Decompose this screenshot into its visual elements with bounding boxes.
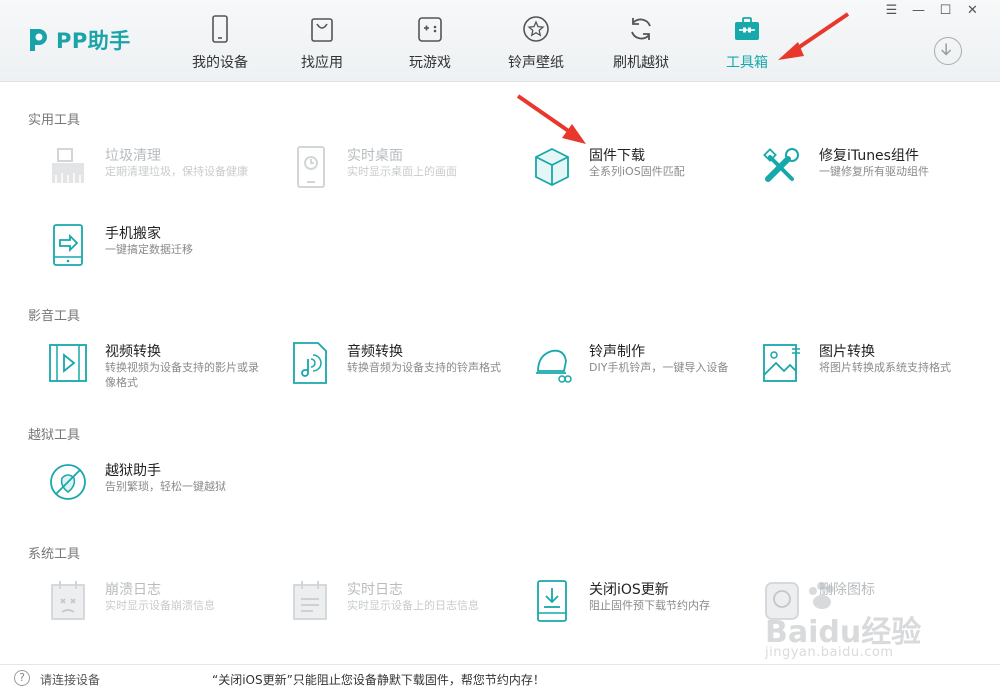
annotation-arrow-firmware [516,94,586,144]
section-title-jailbreak: 越狱工具 [28,428,81,443]
tool-desc: 实时显示设备崩溃信息 [105,599,215,612]
tool-name: 固件下载 [589,148,645,164]
tool-desc: 实时显示桌面上的画面 [347,165,457,178]
nav-toolbox[interactable]: 工具箱 [697,0,797,82]
refresh-icon [631,18,651,40]
tool-repair-itunes[interactable]: 修复iTunes组件 一键修复所有驱动组件 [762,145,992,193]
nav-label: 工具箱 [726,55,768,71]
nav-label: 我的设备 [192,55,248,71]
audio-file-icon [293,342,327,384]
baidu-watermark: Baidu经验 jingyan.baidu.com [765,581,945,660]
download-arrow-icon [941,43,952,56]
nav-ringtones-wallpapers[interactable]: 铃声壁纸 [486,0,586,82]
broom-icon [52,148,84,183]
tool-name: 越狱助手 [105,463,161,479]
nav-label: 找应用 [301,55,343,71]
app-bag-icon [311,18,333,42]
phone-clock-icon [297,146,325,188]
tool-name: 视频转换 [105,344,161,360]
top-bar: PP助手 我的设备 找应用 玩游戏 铃声壁纸 刷机越狱 工具箱 ☰ — ☐ ✕ [0,0,1000,82]
status-bar: ? 请连接设备 “关闭iOS更新”只能阻止您设备静默下载固件，帮您节约内存！ [0,664,1000,691]
tool-desc: 转换音频为设备支持的铃声格式 [347,361,501,374]
tool-name: 手机搬家 [105,226,161,242]
section-title-system: 系统工具 [28,547,81,562]
crash-log-icon [51,581,85,620]
tool-desc: 告别繁琐，轻松一键越狱 [105,480,226,493]
tool-desc: 定期清理垃圾，保持设备健康 [105,165,248,178]
app-logo-text: PP助手 [56,29,131,53]
minimize-button[interactable]: — [905,2,932,20]
tool-name: 垃圾清理 [105,148,161,164]
tool-disable-ios-update[interactable]: 关闭iOS更新 阻止固件预下载节约内存 [532,579,762,627]
close-button[interactable]: ✕ [959,2,986,20]
jailbreak-apple-icon [50,464,86,500]
phone-transfer-icon [53,224,83,266]
footer-notice-text: “关闭iOS更新”只能阻止您设备静默下载固件，帮您节约内存！ [212,673,545,687]
tool-desc: 阻止固件预下载节约内存 [589,599,710,612]
tool-desc: 一键搞定数据迁移 [105,243,193,256]
download-manager-button[interactable] [934,37,962,65]
tool-phone-migration[interactable]: 手机搬家 一键搞定数据迁移 [48,223,278,271]
tool-name: 实时日志 [347,582,403,598]
cube-icon [535,147,569,187]
tool-ringtone-maker[interactable]: 铃声制作 DIY手机铃声，一键导入设备 [532,341,762,389]
tool-desc: 全系列iOS固件匹配 [589,165,685,178]
tool-name: 图片转换 [819,344,875,360]
phone-icon [212,15,228,43]
nav-label: 刷机越狱 [613,55,669,71]
nav-label: 铃声壁纸 [508,55,564,71]
tool-name: 铃声制作 [589,344,645,360]
nav-label: 玩游戏 [409,55,451,71]
nav-find-apps[interactable]: 找应用 [272,0,372,82]
tool-name: 实时桌面 [347,148,403,164]
window-controls: ☰ — ☐ ✕ [878,2,986,20]
nav-my-device[interactable]: 我的设备 [170,0,270,82]
tool-firmware-download[interactable]: 固件下载 全系列iOS固件匹配 [532,145,762,193]
toolbox-icon [735,17,759,40]
watermark-url: jingyan.baidu.com [765,645,894,660]
bell-scissors-icon [536,349,572,383]
nav-games[interactable]: 玩游戏 [380,0,480,82]
film-icon [49,344,87,382]
tool-desc: 一键修复所有驱动组件 [819,165,929,178]
gamepad-icon [418,17,442,42]
menu-button[interactable]: ☰ [878,2,905,20]
tool-video-convert[interactable]: 视频转换 转换视频为设备支持的影片或录像格式 [48,341,278,389]
tool-desc: 转换视频为设备支持的影片或录像格式 [105,361,259,389]
tool-name: 音频转换 [347,344,403,360]
tool-desc: 将图片转换成系统支持格式 [819,361,951,374]
phone-download-block-icon [537,580,567,622]
tool-desc: DIY手机铃声，一键导入设备 [589,361,729,374]
maximize-button[interactable]: ☐ [932,2,959,20]
star-icon [523,16,549,42]
image-icon [763,344,800,382]
tool-audio-convert[interactable]: 音频转换 转换音频为设备支持的铃声格式 [290,341,520,389]
tool-name: 修复iTunes组件 [819,148,919,164]
tool-image-convert[interactable]: 图片转换 将图片转换成系统支持格式 [762,341,992,389]
log-calendar-icon [293,581,327,620]
tool-desc: 实时显示设备上的日志信息 [347,599,479,612]
section-title-practical: 实用工具 [28,113,81,128]
wrench-screwdriver-icon [763,148,799,182]
tool-name: 关闭iOS更新 [589,582,669,598]
tool-junk-cleanup[interactable]: 垃圾清理 定期清理垃圾，保持设备健康 [48,145,278,193]
nav-flash-jailbreak[interactable]: 刷机越狱 [591,0,691,82]
device-status-text: 请连接设备 [40,673,101,687]
pp-logo-icon [30,29,47,51]
tool-name: 崩溃日志 [105,582,161,598]
tool-crash-log[interactable]: 崩溃日志 实时显示设备崩溃信息 [48,579,278,627]
tool-realtime-desktop[interactable]: 实时桌面 实时显示桌面上的画面 [290,145,520,193]
tool-jailbreak-assistant[interactable]: 越狱助手 告别繁琐，轻松一键越狱 [48,460,278,508]
section-title-media: 影音工具 [28,309,81,324]
help-icon[interactable]: ? [14,670,30,686]
app-logo: PP助手 [26,24,131,56]
tool-realtime-log[interactable]: 实时日志 实时显示设备上的日志信息 [290,579,520,627]
